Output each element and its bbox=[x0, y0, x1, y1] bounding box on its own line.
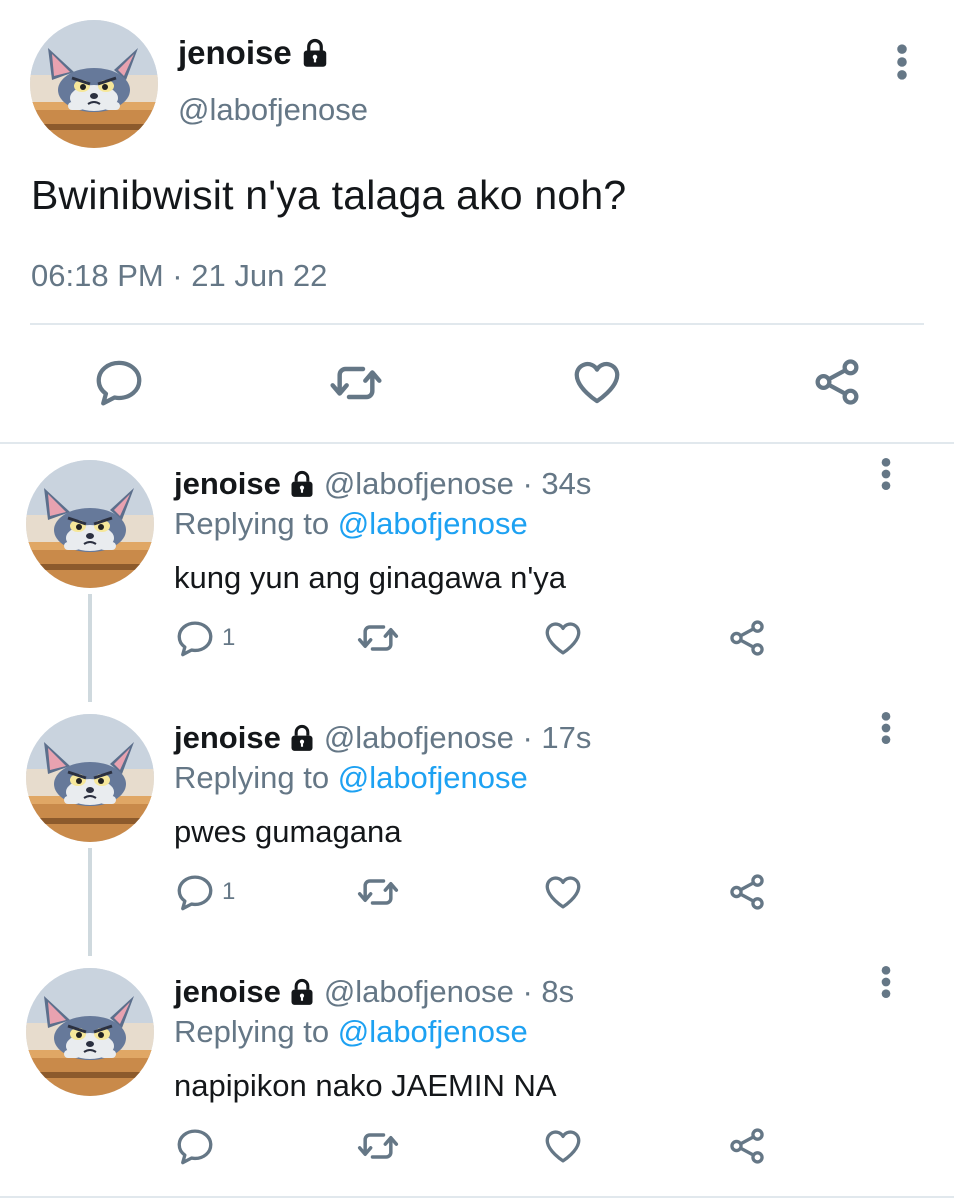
replying-prefix: Replying to bbox=[174, 506, 338, 541]
author-name[interactable]: jenoise bbox=[178, 34, 330, 72]
handle-and-time: @labofjenose · 17s bbox=[323, 720, 592, 755]
share-icon[interactable] bbox=[810, 355, 866, 411]
lock-icon bbox=[288, 724, 316, 752]
replying-to-link[interactable]: @labofjenose bbox=[338, 506, 528, 541]
lock-icon bbox=[288, 978, 316, 1006]
reply-header: jenoise @labofjenose · 8s bbox=[174, 974, 574, 1010]
tweet-timestamp[interactable]: 06:18 PM · 21 Jun 22 bbox=[31, 258, 327, 294]
lock-icon bbox=[288, 470, 316, 498]
divider bbox=[30, 323, 924, 325]
share-icon[interactable] bbox=[726, 870, 768, 914]
reply-icon bbox=[174, 871, 216, 913]
heart-icon[interactable] bbox=[542, 616, 584, 660]
avatar[interactable] bbox=[30, 20, 158, 148]
author-name[interactable]: jenoise bbox=[174, 974, 281, 1010]
reply-button[interactable]: 1 bbox=[174, 870, 235, 914]
avatar[interactable] bbox=[26, 968, 154, 1096]
replying-to-link[interactable]: @labofjenose bbox=[338, 760, 528, 795]
replying-prefix: Replying to bbox=[174, 1014, 338, 1049]
handle-and-time: @labofjenose · 8s bbox=[323, 974, 575, 1009]
author-handle[interactable]: @labofjenose bbox=[178, 92, 368, 128]
avatar[interactable] bbox=[26, 460, 154, 588]
lock-icon bbox=[300, 38, 330, 68]
more-vertical-icon[interactable] bbox=[880, 40, 924, 84]
replying-to-link[interactable]: @labofjenose bbox=[338, 1014, 528, 1049]
share-icon[interactable] bbox=[726, 616, 768, 660]
divider bbox=[0, 1196, 954, 1198]
reply-actions bbox=[0, 1124, 954, 1174]
avatar[interactable] bbox=[26, 714, 154, 842]
reply-count: 1 bbox=[222, 878, 236, 905]
reply-count: 1 bbox=[222, 624, 236, 651]
more-vertical-icon[interactable] bbox=[866, 454, 906, 494]
tweet-actions bbox=[0, 355, 954, 413]
reply-tweet[interactable]: jenoise @labofjenose · 34s Replying to @… bbox=[0, 444, 954, 702]
retweet-icon[interactable] bbox=[356, 1124, 400, 1168]
reply-actions: 1 bbox=[0, 616, 954, 666]
heart-icon[interactable] bbox=[570, 355, 626, 411]
share-icon[interactable] bbox=[726, 1124, 768, 1168]
reply-tweet[interactable]: jenoise @labofjenose · 8s Replying to @l… bbox=[0, 952, 954, 1200]
tweet-text: Bwinibwisit n'ya talaga ako noh? bbox=[31, 172, 627, 218]
reply-tweet[interactable]: jenoise @labofjenose · 17s Replying to @… bbox=[0, 698, 954, 956]
reply-button[interactable]: 1 bbox=[174, 616, 235, 660]
reply-text: napipikon nako JAEMIN NA bbox=[174, 1068, 557, 1103]
replying-to: Replying to @labofjenose bbox=[174, 506, 528, 542]
reply-header: jenoise @labofjenose · 34s bbox=[174, 466, 591, 502]
handle-and-time: @labofjenose · 34s bbox=[323, 466, 592, 501]
author-name-text: jenoise bbox=[178, 34, 292, 71]
reply-text: pwes gumagana bbox=[174, 814, 402, 849]
retweet-icon[interactable] bbox=[328, 355, 384, 411]
replying-to: Replying to @labofjenose bbox=[174, 1014, 528, 1050]
replying-prefix: Replying to bbox=[174, 760, 338, 795]
reply-header: jenoise @labofjenose · 17s bbox=[174, 720, 591, 756]
more-vertical-icon[interactable] bbox=[866, 708, 906, 748]
heart-icon[interactable] bbox=[542, 870, 584, 914]
retweet-icon[interactable] bbox=[356, 616, 400, 660]
replying-to: Replying to @labofjenose bbox=[174, 760, 528, 796]
retweet-icon[interactable] bbox=[356, 870, 400, 914]
author-name[interactable]: jenoise bbox=[174, 720, 281, 756]
reply-icon bbox=[174, 617, 216, 659]
reply-button[interactable] bbox=[174, 1124, 222, 1168]
reply-text: kung yun ang ginagawa n'ya bbox=[174, 560, 566, 595]
reply-icon[interactable] bbox=[92, 355, 148, 411]
heart-icon[interactable] bbox=[542, 1124, 584, 1168]
reply-icon bbox=[174, 1125, 216, 1167]
reply-actions: 1 bbox=[0, 870, 954, 920]
more-vertical-icon[interactable] bbox=[866, 962, 906, 1002]
author-name[interactable]: jenoise bbox=[174, 466, 281, 502]
